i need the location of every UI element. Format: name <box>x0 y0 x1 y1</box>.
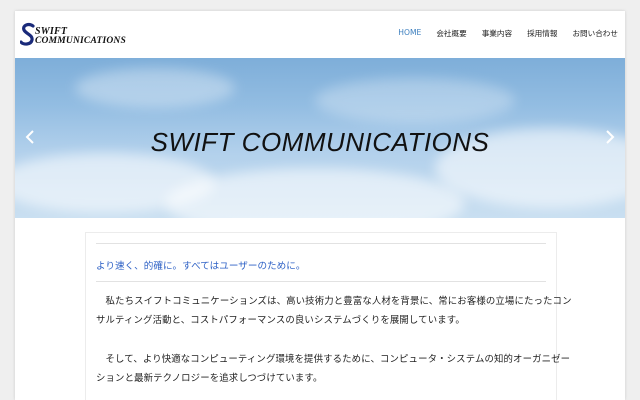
paragraph-line: そして、より快適なコンピューティング環境を提供するために、コンピュータ・システム… <box>96 354 571 365</box>
cloud <box>75 68 235 108</box>
tagline: より速く、的確に。すべてはユーザーのために。 <box>96 261 306 272</box>
logo[interactable]: SWIFT COMMUNICATIONS <box>20 22 140 48</box>
intro-section: より速く、的確に。すべてはユーザーのために。 私たちスイフトコミュニケーションズ… <box>85 232 572 400</box>
nav-company[interactable]: 会社概要 <box>436 28 466 39</box>
paragraph-line: ションと最新テクノロジーを追求しつづけています。 <box>96 373 323 384</box>
nav-recruit[interactable]: 採用情報 <box>527 28 557 39</box>
nav-contact[interactable]: お問い合わせ <box>572 28 618 39</box>
slider-prev-arrow-icon[interactable] <box>23 128 37 146</box>
hero-slider: SWIFT COMMUNICATIONS <box>15 58 625 218</box>
page: SWIFT COMMUNICATIONS HOME 会社概要 事業内容 採用情報… <box>15 11 625 400</box>
slider-next-arrow-icon[interactable] <box>603 128 617 146</box>
site-header: SWIFT COMMUNICATIONS HOME 会社概要 事業内容 採用情報… <box>15 11 625 58</box>
hero-title: SWIFT COMMUNICATIONS <box>150 127 490 157</box>
paragraph-line: サルティング活動と、コストパフォーマンスの良いシステムづくりを展開しています。 <box>96 315 465 326</box>
main-nav: HOME 会社概要 事業内容 採用情報 お問い合わせ <box>383 28 618 39</box>
intro-paragraph-2: そして、より快適なコンピューティング環境を提供するために、コンピュータ・システム… <box>96 350 571 388</box>
nav-business[interactable]: 事業内容 <box>482 28 512 39</box>
divider <box>96 243 546 244</box>
paragraph-line: 私たちスイフトコミュニケーションズは、高い技術力と豊富な人材を背景に、常にお客様… <box>96 296 572 307</box>
logo-text-communications: COMMUNICATIONS <box>35 36 126 46</box>
divider <box>96 281 546 282</box>
nav-home[interactable]: HOME <box>398 28 421 39</box>
intro-paragraph-1: 私たちスイフトコミュニケーションズは、高い技術力と豊富な人材を背景に、常にお客様… <box>96 292 572 330</box>
cloud <box>315 78 515 123</box>
